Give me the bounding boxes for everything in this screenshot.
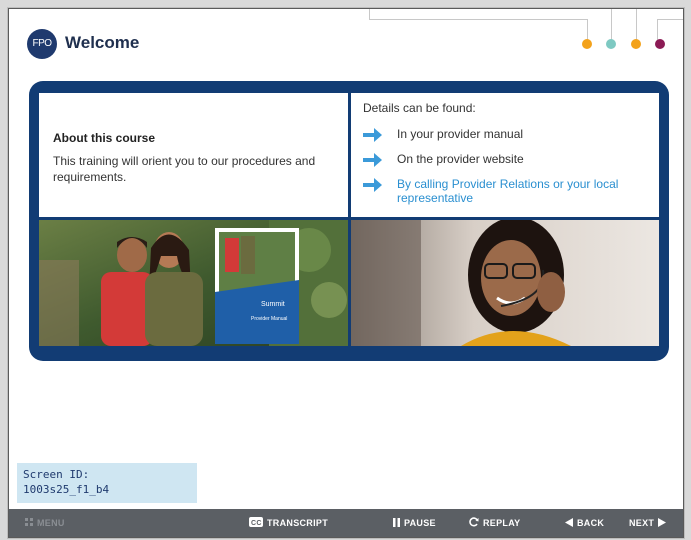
progress-connector-line [657, 19, 683, 20]
back-button[interactable]: BACK [565, 509, 604, 537]
family-photo-illustration: Summit Provider Manual [39, 220, 348, 346]
provider-relations-link[interactable]: By calling Provider Relations or your lo… [397, 177, 653, 205]
next-arrow-icon [658, 517, 667, 529]
course-player: FPO Welcome About this course This train… [8, 8, 684, 538]
screen-id-label: Screen ID: [23, 468, 90, 481]
progress-dot-1[interactable] [582, 39, 592, 49]
page-title: Welcome [65, 33, 140, 52]
about-title: About this course [53, 131, 156, 145]
detail-item-phone[interactable]: By calling Provider Relations or your lo… [363, 177, 653, 205]
closed-caption-icon: CC [249, 517, 263, 529]
about-text: This training will orient you to our pro… [53, 154, 316, 184]
family-photo: Summit Provider Manual [39, 220, 348, 346]
detail-text: In your provider manual [397, 127, 524, 141]
pause-icon [393, 517, 400, 529]
details-panel: Details can be found: In your provider m… [351, 93, 659, 217]
replay-icon [469, 517, 479, 529]
progress-dot-2[interactable] [606, 39, 616, 49]
progress-connector-line [657, 19, 658, 41]
progress-connector-line [369, 9, 370, 19]
detail-item-website: On the provider website [363, 152, 653, 168]
pause-label: PAUSE [404, 518, 436, 528]
grid-icon [25, 518, 33, 528]
next-button[interactable]: NEXT [629, 509, 670, 537]
arrow-right-icon [363, 128, 382, 142]
detail-item-manual: In your provider manual [363, 127, 653, 143]
progress-dot-4[interactable] [655, 39, 665, 49]
manual-title-text: Provider Manual [251, 316, 287, 322]
pause-button[interactable]: PAUSE [393, 509, 436, 537]
replay-button[interactable]: REPLAY [469, 509, 520, 537]
progress-connector-line [636, 9, 637, 41]
details-heading: Details can be found: [363, 101, 476, 115]
transcript-label: TRANSCRIPT [267, 518, 328, 528]
manual-brand-text: Summit [261, 301, 285, 308]
screen-id-box: Screen ID: 1003s25_f1_b4 [17, 463, 197, 503]
about-panel: About this course This training will ori… [39, 93, 348, 217]
fpo-logo: FPO [27, 29, 57, 59]
player-toolbar: MENU CC TRANSCRIPT PAUSE REPLAY BACK NEX… [9, 509, 683, 537]
back-label: BACK [577, 518, 605, 528]
representative-photo [351, 220, 659, 346]
screen-id-value: 1003s25_f1_b4 [23, 483, 110, 496]
progress-connector-line [369, 19, 587, 20]
progress-dot-3[interactable] [631, 39, 641, 49]
next-label: NEXT [629, 518, 655, 528]
back-arrow-icon [565, 517, 573, 529]
menu-label: MENU [37, 518, 65, 528]
progress-connector-line [611, 9, 612, 41]
progress-connector-line [587, 19, 588, 41]
content-card: About this course This training will ori… [29, 81, 669, 361]
representative-photo-illustration [351, 220, 659, 346]
detail-text: On the provider website [397, 152, 524, 166]
menu-button[interactable]: MENU [25, 509, 65, 537]
arrow-right-icon [363, 153, 382, 167]
arrow-right-icon [363, 178, 382, 192]
transcript-button[interactable]: CC TRANSCRIPT [249, 509, 328, 537]
svg-text:CC: CC [251, 520, 262, 527]
replay-label: REPLAY [483, 518, 521, 528]
